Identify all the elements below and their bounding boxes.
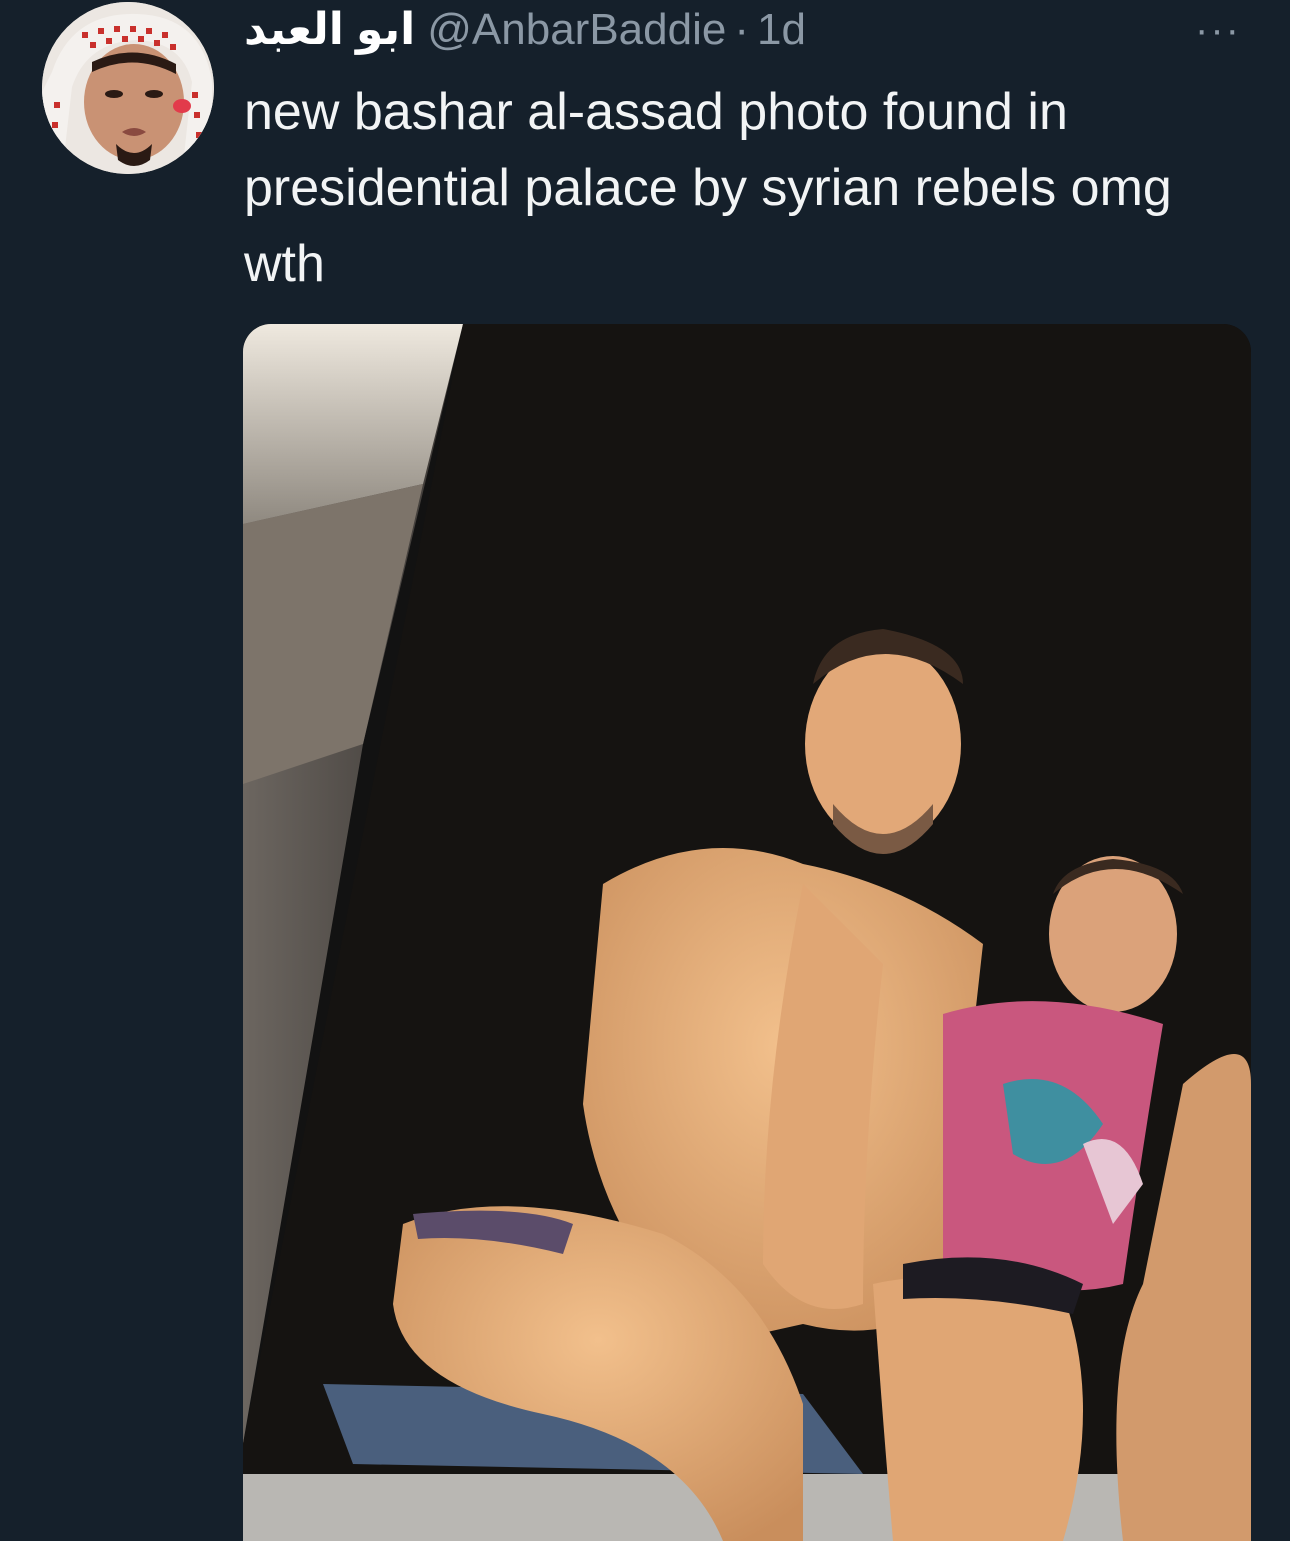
separator-dot: ·	[734, 5, 749, 54]
user-handle[interactable]: @AnbarBaddie	[427, 4, 726, 56]
tweet-text: new bashar al-assad photo found in presi…	[244, 83, 1172, 293]
more-button[interactable]: ···	[1190, 7, 1246, 52]
display-name[interactable]: ابو العبد	[244, 4, 415, 56]
avatar[interactable]	[42, 2, 214, 174]
tweet-header: ابو العبد @AnbarBaddie · 1d	[244, 4, 806, 56]
tweet-photo[interactable]	[243, 324, 1251, 1541]
more-horizontal-icon: ···	[1195, 7, 1241, 52]
timestamp[interactable]: 1d	[757, 4, 806, 56]
tweet[interactable]: ابو العبد @AnbarBaddie · 1d ··· new bash…	[0, 0, 1290, 1541]
